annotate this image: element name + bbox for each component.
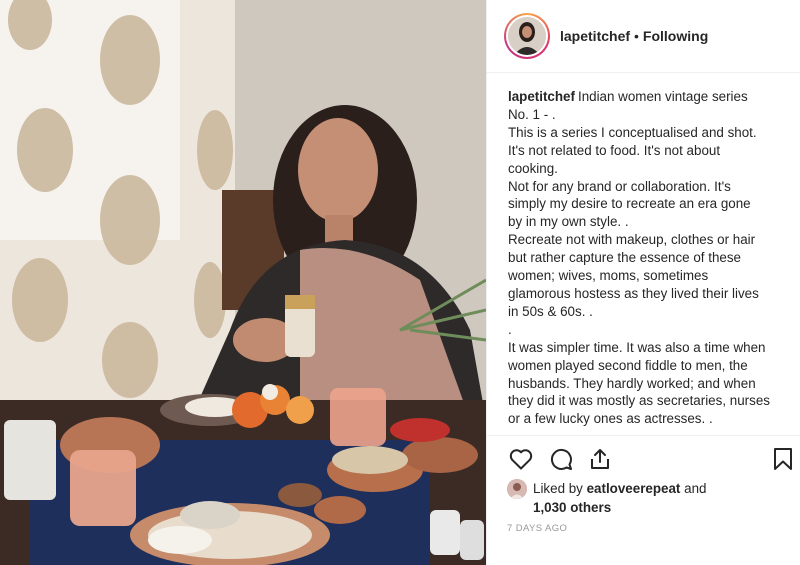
avatar-image (508, 17, 546, 55)
caption-line: It's not related to food. It's not about (508, 142, 721, 158)
caption-line: they did it was mostly as secretaries, n… (508, 393, 770, 409)
save-button[interactable] (769, 445, 797, 473)
caption-line: It was simpler time. It was also a time … (508, 339, 766, 355)
likes-prefix: Liked by (533, 481, 583, 496)
post-panel: lapetitchef • Following lapetitchef India… (486, 0, 800, 565)
caption-line: by in my own style. . (508, 214, 629, 230)
caption-line: husbands. They hardly worked; and when (508, 375, 756, 391)
caption-username[interactable]: lapetitchef (508, 89, 575, 104)
header-username[interactable]: lapetitchef (560, 28, 630, 44)
caption-line: but rather capture the essence of these (508, 250, 741, 266)
liker-username[interactable]: eatloveerepeat (587, 480, 681, 498)
caption-line: women played second fiddle to men, the (508, 357, 748, 373)
caption-line: This is a series I conceptualised and sh… (508, 124, 757, 140)
caption-line: women; wives, moms, sometimes (508, 268, 709, 284)
liker-avatar-image (507, 479, 527, 499)
caption-line: or a few lucky ones as actresses. . (508, 411, 713, 427)
comment-icon (550, 448, 572, 470)
share-icon (591, 449, 609, 469)
likes-count-link[interactable]: 1,030 others (533, 500, 611, 515)
story-ring[interactable] (504, 13, 550, 59)
caption-line: lapetitchef Indian women vintage series (508, 88, 786, 106)
likes-connector: and (684, 481, 707, 496)
likes-summary: Liked by eatloveerepeat and 1,030 others (507, 479, 797, 517)
caption: lapetitchef Indian women vintage series N… (508, 88, 786, 428)
following-button[interactable]: Following (643, 28, 708, 44)
heart-icon (509, 449, 533, 470)
post-header: lapetitchef • Following (487, 0, 800, 73)
header-separator: • (634, 28, 639, 44)
action-bar (507, 445, 797, 473)
share-button[interactable] (586, 445, 614, 473)
photo-illustration (0, 0, 486, 565)
header-text: lapetitchef • Following (560, 28, 708, 44)
divider (487, 435, 800, 436)
caption-line: Recreate not with makeup, clothes or hai… (508, 232, 756, 248)
caption-line: simply my desire to recreate an era gone (508, 196, 751, 212)
bookmark-icon (774, 448, 792, 470)
post-photo[interactable] (0, 0, 486, 565)
like-button[interactable] (507, 445, 535, 473)
avatar[interactable] (508, 17, 546, 55)
caption-line: Not for any brand or collaboration. It's (508, 178, 731, 194)
comment-button[interactable] (547, 445, 575, 473)
caption-line: in 50s & 60s. . (508, 303, 593, 319)
caption-line: cooking. (508, 160, 558, 176)
caption-line: glamorous hostess as they lived their li… (508, 285, 759, 301)
post-timestamp[interactable]: 7 DAYS AGO (507, 523, 567, 534)
caption-text: Indian women vintage series (577, 89, 748, 104)
caption-line: No. 1 - . (508, 106, 556, 122)
caption-line: . (508, 321, 512, 337)
liker-avatar[interactable] (507, 479, 527, 499)
